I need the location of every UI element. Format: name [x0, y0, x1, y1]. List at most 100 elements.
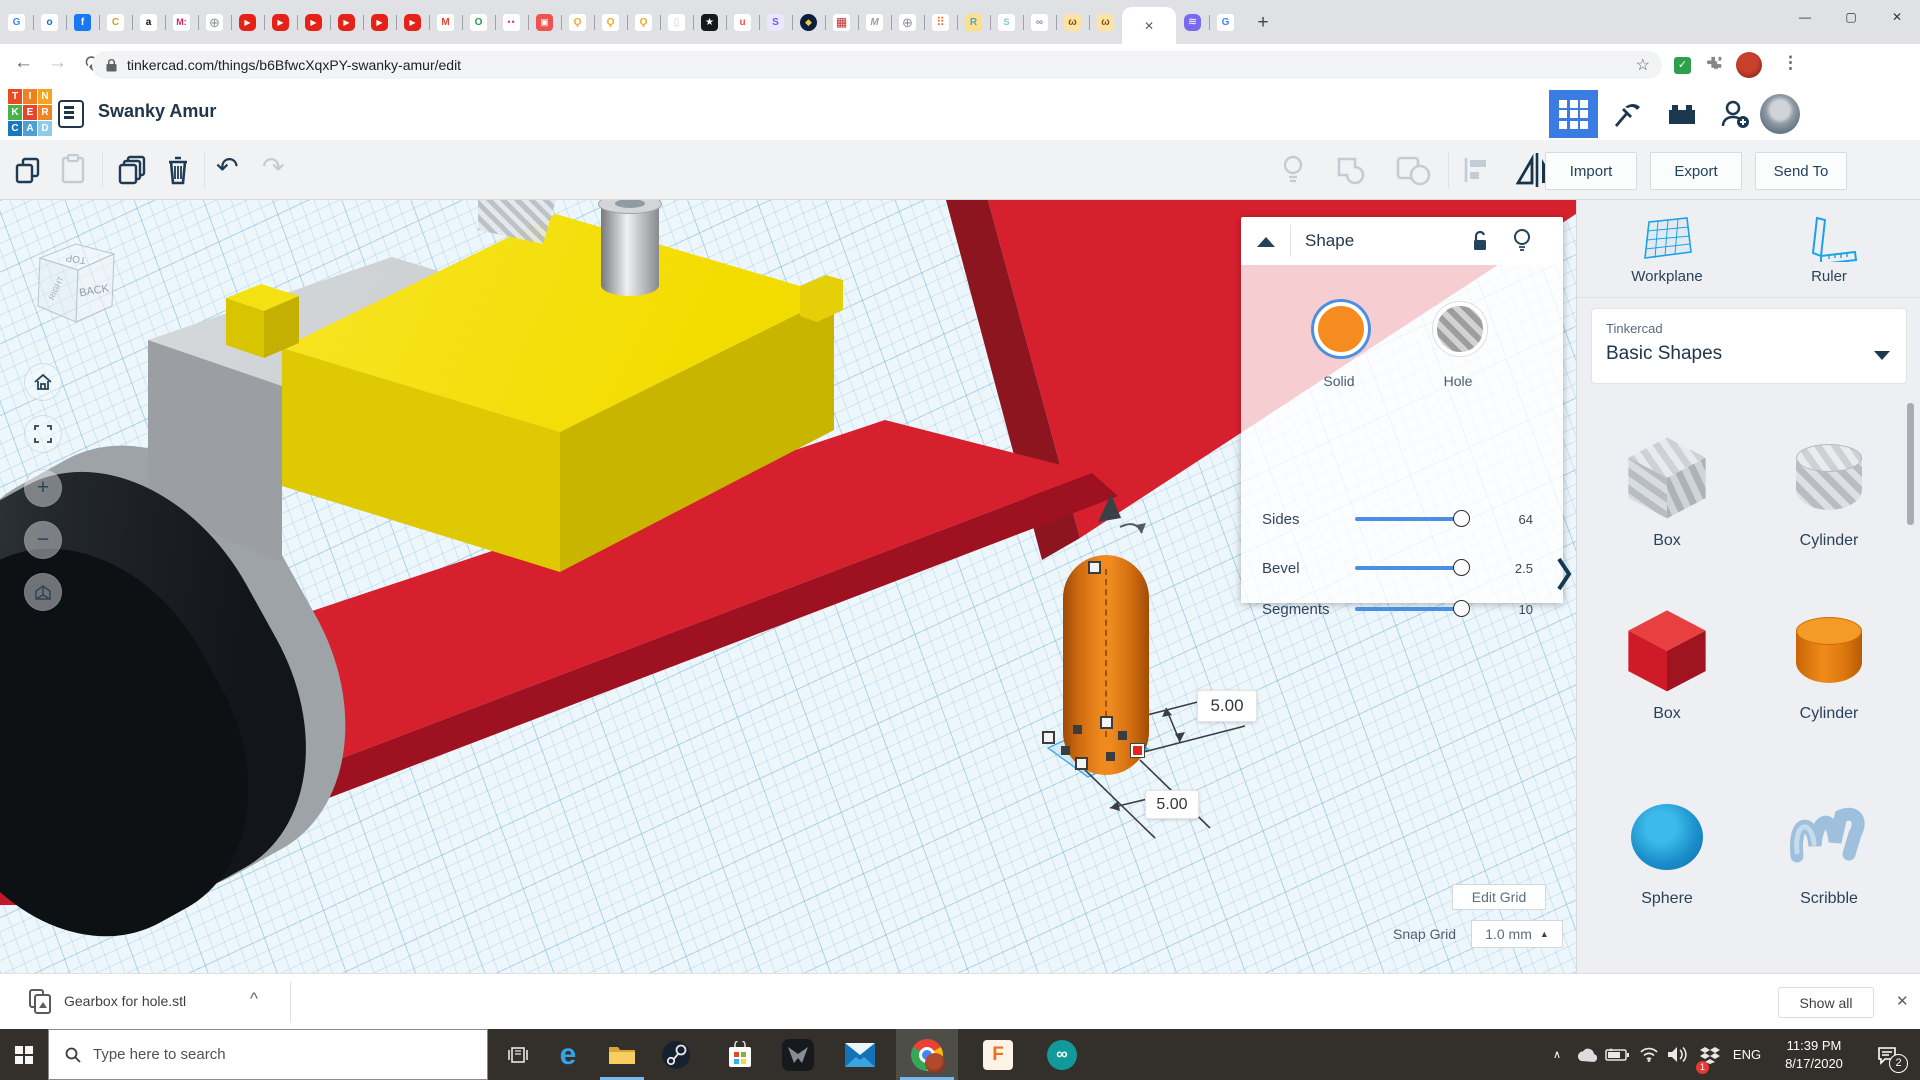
dimension-label-depth[interactable]: 5.00: [1145, 790, 1199, 819]
solid-swatch[interactable]: [1314, 302, 1368, 356]
window-minimize-button[interactable]: —: [1782, 0, 1828, 34]
snap-grid-select[interactable]: 1.0 mm ▲: [1471, 920, 1563, 948]
sidebar-expand-chevron[interactable]: [1556, 556, 1572, 592]
shape-item-box[interactable]: [1621, 603, 1713, 695]
pinned-tab[interactable]: Ϙ: [627, 0, 660, 44]
brick-export-button[interactable]: [1654, 90, 1710, 138]
pinned-tab[interactable]: ⠿: [924, 0, 957, 44]
bookmark-star-icon[interactable]: ☆: [1636, 55, 1650, 75]
import-button[interactable]: Import: [1545, 152, 1637, 190]
pinned-tab[interactable]: f: [66, 0, 99, 44]
volume-tray-icon[interactable]: [1662, 1029, 1694, 1080]
pinned-tab[interactable]: u: [726, 0, 759, 44]
align-icon[interactable]: [1462, 156, 1490, 184]
sides-slider[interactable]: [1355, 517, 1463, 521]
zoom-in-button[interactable]: +: [24, 469, 62, 507]
pinned-tab[interactable]: C: [99, 0, 132, 44]
selected-capsule[interactable]: [1063, 555, 1149, 775]
user-avatar[interactable]: [1760, 94, 1800, 134]
shape-item-scribble[interactable]: [1783, 788, 1875, 880]
slider-knob[interactable]: [1453, 600, 1470, 617]
dimension-label-width[interactable]: 5.00: [1197, 690, 1257, 722]
pinned-tab[interactable]: ★: [693, 0, 726, 44]
hole-swatch[interactable]: [1433, 302, 1487, 356]
shape-item-sphere[interactable]: [1621, 792, 1713, 884]
wifi-tray-icon[interactable]: [1634, 1029, 1664, 1080]
window-maximize-button[interactable]: ▢: [1828, 0, 1874, 34]
taskbar-predator[interactable]: [772, 1029, 824, 1080]
scale-handle-bottom[interactable]: [1075, 757, 1088, 770]
tab-close-icon[interactable]: ✕: [1144, 19, 1154, 33]
unlock-icon[interactable]: [1471, 230, 1489, 252]
pinned-tab[interactable]: ◆: [792, 0, 825, 44]
close-download-bar-icon[interactable]: ✕: [1896, 992, 1909, 1010]
scale-handle-left[interactable]: [1042, 731, 1055, 744]
scale-handle-mid[interactable]: [1100, 716, 1113, 729]
pinned-tab[interactable]: ▣: [528, 0, 561, 44]
download-caret-icon[interactable]: ^: [250, 989, 258, 1009]
edge-handle[interactable]: [1061, 746, 1070, 755]
pinned-tab[interactable]: M: [429, 0, 462, 44]
active-scale-handle[interactable]: [1131, 744, 1144, 757]
design-properties-icon[interactable]: [58, 100, 84, 128]
scale-handle-top[interactable]: [1088, 561, 1101, 574]
pinned-tab[interactable]: o: [33, 0, 66, 44]
taskbar-file-explorer[interactable]: [598, 1029, 646, 1080]
extensions-puzzle-icon[interactable]: [1706, 56, 1724, 74]
minecraft-export-button[interactable]: [1598, 90, 1654, 138]
slider-knob[interactable]: [1453, 510, 1470, 527]
tray-expand-chevron[interactable]: ∧: [1544, 1029, 1570, 1080]
paste-icon[interactable]: [60, 154, 86, 184]
workplane-tool[interactable]: [1641, 214, 1695, 267]
design-title[interactable]: Swanky Amur: [98, 101, 216, 122]
edge-handle[interactable]: [1073, 725, 1082, 734]
ruler-tool[interactable]: [1809, 214, 1859, 267]
sidebar-scrollbar[interactable]: [1907, 403, 1914, 525]
forward-icon[interactable]: →: [48, 52, 67, 74]
browser-profile-avatar[interactable]: [1736, 52, 1762, 78]
pinned-tab[interactable]: ≋: [1176, 0, 1209, 44]
onedrive-tray-icon[interactable]: [1572, 1029, 1600, 1080]
pinned-tab[interactable]: Ϙ: [561, 0, 594, 44]
pinned-tab[interactable]: S: [759, 0, 792, 44]
pinned-tab[interactable]: ∞: [1023, 0, 1056, 44]
taskbar-steam[interactable]: [652, 1029, 700, 1080]
task-view-button[interactable]: [496, 1029, 540, 1080]
slider-knob[interactable]: [1453, 559, 1470, 576]
pinned-tab[interactable]: O: [462, 0, 495, 44]
pinned-tab[interactable]: S: [990, 0, 1023, 44]
copy-icon[interactable]: [14, 156, 42, 184]
taskbar-search-box[interactable]: Type here to search: [48, 1029, 488, 1080]
show-all-downloads-button[interactable]: Show all: [1778, 987, 1874, 1018]
back-icon[interactable]: ←: [14, 52, 33, 74]
viewport-3d[interactable]: 5.00 5.00 TOP RIGHT BACK + − Sha: [0, 200, 1576, 973]
hide-shape-bulb-icon[interactable]: [1513, 228, 1531, 253]
action-center-button[interactable]: 2: [1864, 1029, 1910, 1080]
new-tab-button[interactable]: +: [1248, 8, 1278, 38]
taskbar-edge[interactable]: e: [544, 1029, 592, 1080]
window-close-button[interactable]: ✕: [1874, 0, 1920, 34]
taskbar-chrome[interactable]: [896, 1029, 958, 1080]
browser-menu-icon[interactable]: ⋮: [1782, 53, 1799, 73]
view-cube[interactable]: TOP RIGHT BACK: [28, 236, 138, 348]
start-button[interactable]: [0, 1029, 48, 1080]
taskbar-ms-store[interactable]: [716, 1029, 764, 1080]
pinned-tab[interactable]: G: [1209, 0, 1242, 44]
pinned-tab[interactable]: ⊕: [891, 0, 924, 44]
undo-icon[interactable]: ↶: [216, 152, 239, 182]
pinned-tab[interactable]: ▶: [297, 0, 330, 44]
shape-item-box-hole[interactable]: [1621, 430, 1713, 522]
pinned-tab[interactable]: ••: [495, 0, 528, 44]
pinned-tab[interactable]: ▶: [231, 0, 264, 44]
fit-view-button[interactable]: [24, 415, 62, 453]
taskbar-arduino[interactable]: ∞: [1036, 1029, 1088, 1080]
group-icon[interactable]: [1336, 156, 1370, 186]
clock[interactable]: 11:39 PM 8/17/2020: [1768, 1038, 1860, 1071]
download-filename[interactable]: Gearbox for hole.stl: [64, 993, 186, 1009]
taskbar-mail[interactable]: [834, 1029, 886, 1080]
bevel-slider[interactable]: [1355, 566, 1463, 570]
pinned-tab[interactable]: ▶: [330, 0, 363, 44]
battery-tray-icon[interactable]: [1602, 1029, 1632, 1080]
home-view-button[interactable]: [24, 363, 62, 401]
segments-slider[interactable]: [1355, 607, 1463, 611]
